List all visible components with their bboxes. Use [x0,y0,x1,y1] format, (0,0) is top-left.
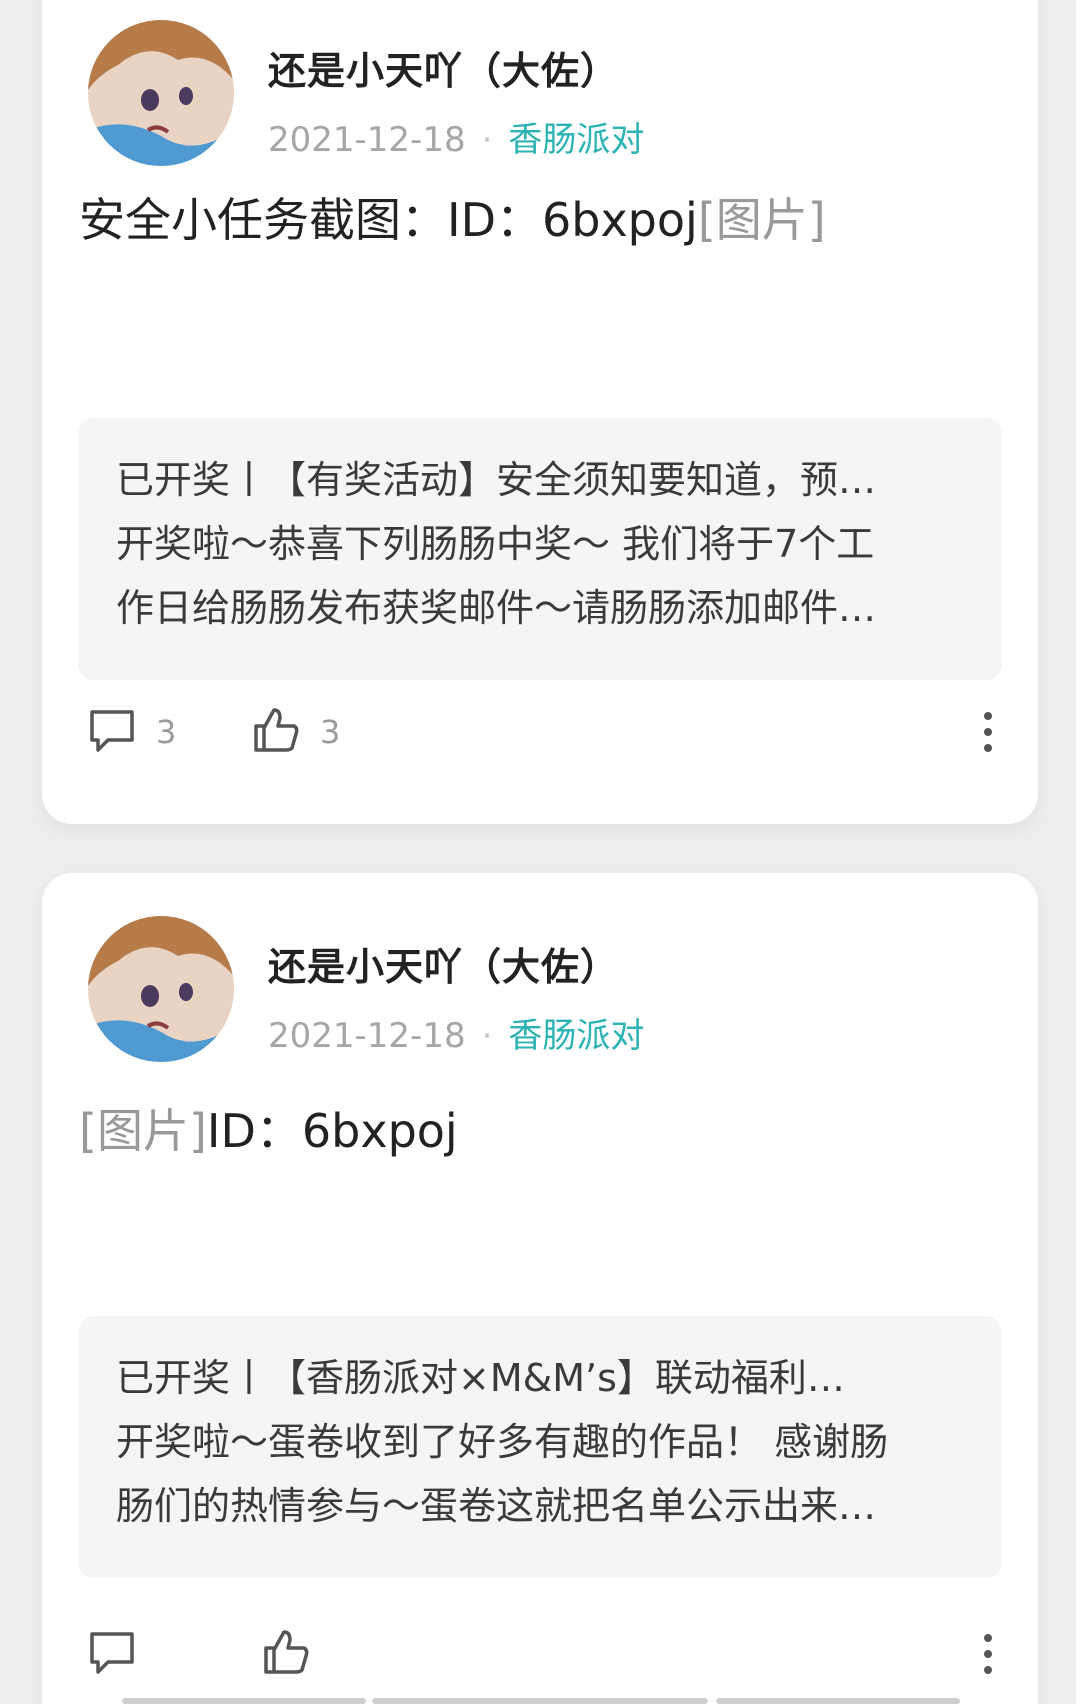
post-content[interactable]: 安全小任务截图：ID：6bxpoj[图片] [79,184,826,250]
post-header: 还是小天吖（大佐） 2021-12-18 · 香肠派对 [88,20,788,166]
comment-button[interactable] [86,1624,156,1684]
avatar[interactable] [88,20,234,166]
author-name[interactable]: 还是小天吖（大佐） [268,936,619,991]
comment-count: 3 [156,713,177,751]
quote-line: 已开奖丨【香肠派对×M&M’s】联动福利… [116,1356,845,1400]
post-card[interactable]: 还是小天吖（大佐） 2021-12-18 · 香肠派对 安全小任务截图：ID：6bx… [42,0,1038,824]
image-tag[interactable]: [图片] [79,1104,207,1158]
author-name[interactable]: 还是小天吖（大佐） [268,40,619,95]
meta-separator: · [481,120,493,160]
post-card[interactable]: 还是小天吖（大佐） 2021-12-18 · 香肠派对 [图片]ID：6bxpoj … [42,873,1038,1704]
quote-line: 已开奖丨【有奖活动】安全须知要知道，预… [116,458,877,502]
post-meta: 2021-12-18 · 香肠派对 [268,1008,644,1057]
more-icon[interactable] [980,1634,996,1674]
quote-line: 开奖啦～蛋卷收到了好多有趣的作品！ 感谢肠 [116,1420,889,1464]
post-date: 2021-12-18 [268,120,466,160]
channel-link[interactable]: 香肠派对 [508,1016,644,1056]
bottom-divider [716,1698,960,1704]
channel-link[interactable]: 香肠派对 [508,120,644,160]
post-header: 还是小天吖（大佐） 2021-12-18 · 香肠派对 [88,916,788,1062]
like-button[interactable] [260,1624,330,1684]
post-content[interactable]: [图片]ID：6bxpoj [79,1095,458,1161]
post-actions: 3 3 [86,702,1006,762]
avatar[interactable] [88,916,234,1062]
image-tag[interactable]: [图片] [698,193,826,247]
quoted-post[interactable]: 已开奖丨【有奖活动】安全须知要知道，预… 开奖啦～恭喜下列肠肠中奖～ 我们将于7… [78,418,1002,680]
quote-line: 开奖啦～恭喜下列肠肠中奖～ 我们将于7个工 [116,522,875,566]
comment-icon [86,704,138,760]
comment-icon [86,1626,138,1682]
quoted-post[interactable]: 已开奖丨【香肠派对×M&M’s】联动福利… 开奖啦～蛋卷收到了好多有趣的作品！ … [78,1316,1002,1578]
meta-separator: · [481,1016,493,1056]
quote-line: 肠们的热情参与～蛋卷这就把名单公示出来… [116,1484,877,1528]
like-icon [250,704,302,760]
post-actions [86,1624,1006,1684]
like-button[interactable]: 3 [250,702,340,762]
quote-line: 作日给肠肠发布获奖邮件～请肠肠添加邮件… [116,586,877,630]
post-date: 2021-12-18 [268,1016,466,1056]
like-icon [260,1626,312,1682]
post-meta: 2021-12-18 · 香肠派对 [268,112,644,161]
bottom-divider [122,1698,366,1704]
post-feed: 还是小天吖（大佐） 2021-12-18 · 香肠派对 安全小任务截图：ID：6bx… [0,0,1076,1704]
bottom-divider [372,1698,708,1704]
post-text: 安全小任务截图：ID：6bxpoj [79,193,698,247]
more-icon[interactable] [980,712,996,752]
post-text: ID：6bxpoj [206,1104,458,1158]
comment-button[interactable]: 3 [86,702,176,762]
like-count: 3 [320,713,341,751]
